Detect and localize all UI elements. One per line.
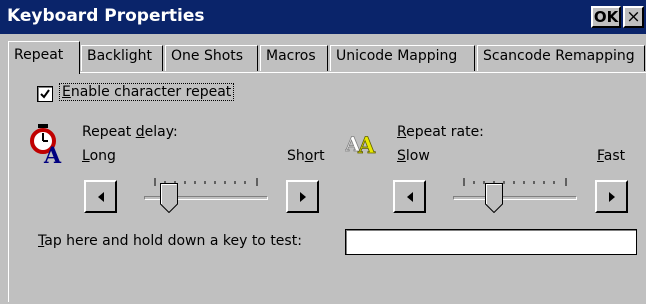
left-arrow-icon (407, 192, 413, 202)
delay-decrease-button[interactable] (84, 180, 117, 213)
svg-text:A: A (43, 143, 62, 164)
rate-slow-label: Slow (397, 148, 430, 164)
close-button[interactable]: × (623, 6, 644, 28)
repeat-delay-slider[interactable] (144, 178, 268, 218)
tab-repeat[interactable]: Repeat (8, 41, 80, 74)
letters-icon: A A (345, 132, 376, 159)
tab-strip: Repeat Backlight One Shots Macros Unicod… (8, 41, 646, 74)
tab-macros[interactable]: Macros (260, 45, 328, 71)
stopwatch-icon: A (30, 124, 62, 164)
slider-thumb[interactable] (485, 183, 503, 213)
svg-text:A: A (357, 133, 376, 159)
slider-track (453, 196, 577, 200)
slider-ticks (463, 178, 567, 186)
rate-decrease-button[interactable] (393, 180, 426, 213)
delay-long-label: Long (82, 148, 116, 164)
checkmark-icon (40, 89, 50, 99)
rate-fast-label: Fast (597, 148, 626, 164)
repeat-rate-slider[interactable] (453, 178, 577, 218)
tab-backlight[interactable]: Backlight (81, 45, 163, 71)
title-bar: Keyboard Properties OK × (0, 0, 646, 34)
ok-button[interactable]: OK (591, 6, 621, 28)
left-arrow-icon (98, 192, 104, 202)
test-input[interactable] (345, 229, 637, 255)
right-arrow-icon (300, 192, 306, 202)
slider-thumb[interactable] (160, 183, 178, 213)
rate-increase-button[interactable] (595, 180, 628, 213)
window-title: Keyboard Properties (7, 6, 205, 26)
tab-scancode-remapping[interactable]: Scancode Remapping (477, 45, 645, 71)
enable-repeat-checkbox[interactable] (37, 86, 53, 102)
tab-one-shots[interactable]: One Shots (165, 45, 258, 71)
repeat-delay-label: Repeat delay: (82, 124, 178, 140)
repeat-rate-label: Repeat rate: (397, 124, 484, 140)
test-field-label: Tap here and hold down a key to test: (38, 233, 302, 249)
right-arrow-icon (609, 192, 615, 202)
enable-repeat-label[interactable]: Enable character repeat (58, 83, 235, 101)
delay-increase-button[interactable] (286, 180, 319, 213)
delay-short-label: Short (287, 148, 325, 164)
tab-unicode-mapping[interactable]: Unicode Mapping (330, 45, 475, 71)
